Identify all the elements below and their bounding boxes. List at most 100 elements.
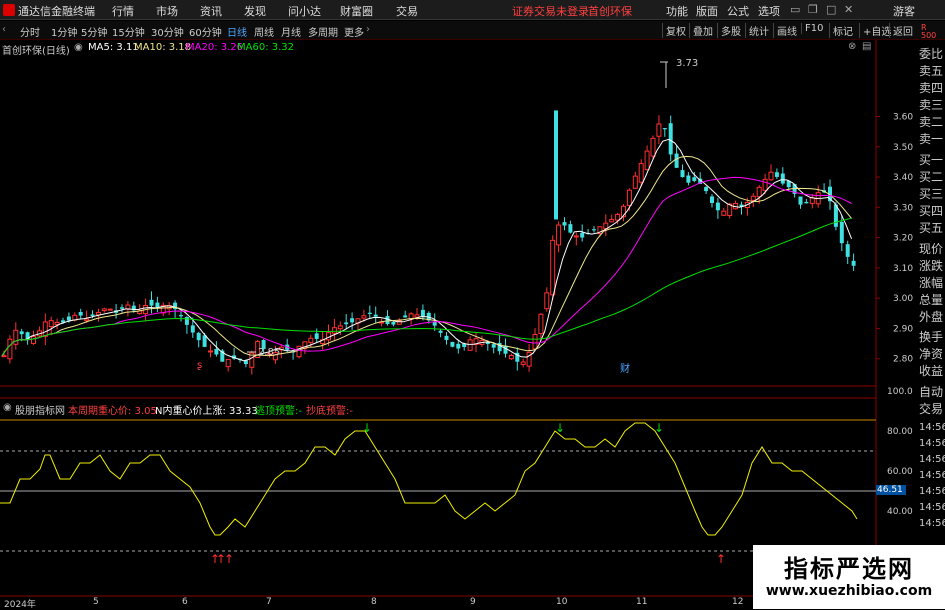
candle [580,224,585,242]
panel-menu-icon[interactable]: ▤ [862,41,871,52]
candle [686,172,691,186]
candle [36,326,42,338]
ma60-legend: MA60: 3.32 [237,42,295,53]
candle [573,232,579,246]
candle [344,314,349,330]
candle [54,318,60,330]
candle [662,128,667,137]
low-price-label: 2.85 [258,347,281,358]
finance-marker[interactable]: 财 [620,360,630,375]
high-marker [660,61,668,88]
candle [331,318,337,342]
candle [562,217,567,231]
buy-arrow-icon: ↑ [224,552,234,566]
label-turnover: 换手 [919,330,944,344]
ma60-line [1,217,852,356]
candle [296,345,302,359]
signal-arrows: ↓ ↓ ↓↑↑↑ ↑ [210,421,726,566]
indicator-name[interactable]: 股朋指标网 [15,402,65,417]
candle [774,168,779,179]
candle [350,312,355,330]
time-2: 14:56 [919,438,945,449]
candle [467,336,473,351]
label-volume: 总量 [919,293,944,307]
buy-arrow-icon: ↑ [716,552,726,566]
high-price-label: 3.73 [676,58,699,69]
candle [715,197,720,219]
label-sell3: 卖三 [919,98,944,112]
label-nav: 净资 [919,347,944,361]
candle [403,310,408,318]
candle [78,308,83,319]
time-5: 14:56 [919,486,945,497]
trade-label[interactable]: 交易 [919,402,943,417]
candle [515,347,520,371]
xaxis-year: 2024年 [4,600,36,610]
close-panel-icon[interactable]: ⊗ [848,41,856,52]
xaxis-10: 10 [556,597,568,607]
price-tick: 3.10 [893,264,913,274]
candle [48,316,54,336]
candle [750,193,756,208]
candle [603,214,609,237]
xaxis-8: 8 [371,597,377,607]
watermark: 指标严选网 www.xuezhibiao.com [753,545,945,609]
indicator-tick: 100.0 [887,387,913,397]
xaxis-5: 5 [93,597,99,607]
ma20-legend: MA20: 3.26 [186,42,244,53]
auto-trade-label[interactable]: 自动 [919,385,943,400]
indicator-bottom-warning: 抄底预警:- [306,406,353,417]
xaxis-7: 7 [266,597,272,607]
candle [815,185,821,208]
candle [385,310,390,326]
xaxis-12: 12 [732,597,744,607]
indicator-escape-warning: 逃顶预警:- [255,406,302,417]
label-buy1: 买一 [919,153,944,167]
candle [632,171,638,190]
candle [31,330,36,345]
sell-arrow-icon: ↓ [362,421,372,435]
main-chart-title[interactable]: 首创环保(日线) [2,42,70,57]
label-change-pct: 涨幅 [919,276,944,290]
badge-500: 500 [921,31,937,40]
candle [721,208,727,217]
ma10-line [1,155,852,357]
candle [120,304,124,313]
candle [845,240,850,265]
watermark-cn: 指标严选网 [784,555,914,583]
price-tick: 3.60 [893,113,913,123]
candle [379,318,385,327]
candle [592,226,596,233]
candle [780,167,785,186]
candle [444,332,449,345]
indicator-settings-icon[interactable]: ◉ [3,402,12,413]
dividend-marker-icon[interactable]: ʂ [197,360,202,371]
y-axis-ticks: 3.60 3.50 3.40 3.30 3.20 3.10 3.00 2.90 2.80 100.… [876,113,913,517]
candle [479,335,485,347]
candle [656,115,662,145]
label-sell5: 卖五 [919,64,944,78]
label-eps: 收益 [919,364,944,378]
time-6: 14:56 [919,502,945,513]
settings-icon[interactable]: ◉ [74,42,83,53]
time-3: 14:56 [919,454,945,465]
candle [768,164,774,181]
xaxis-9: 9 [470,597,476,607]
candle [107,308,113,311]
candle [473,332,479,353]
price-tick: 3.50 [893,143,913,153]
label-buy4: 买四 [919,204,944,218]
price-tick: 3.30 [893,203,913,213]
label-sell1: 卖一 [919,132,944,146]
price-tick: 3.00 [893,294,913,304]
candle [367,305,372,319]
candle [568,220,573,234]
candle [420,304,425,321]
candle [609,214,615,223]
candle [42,313,48,346]
candle [438,329,443,338]
candle [556,221,562,253]
label-buy2: 买二 [919,170,944,184]
indicator-tick: 60.00 [887,467,913,477]
ma5-line [1,138,853,362]
